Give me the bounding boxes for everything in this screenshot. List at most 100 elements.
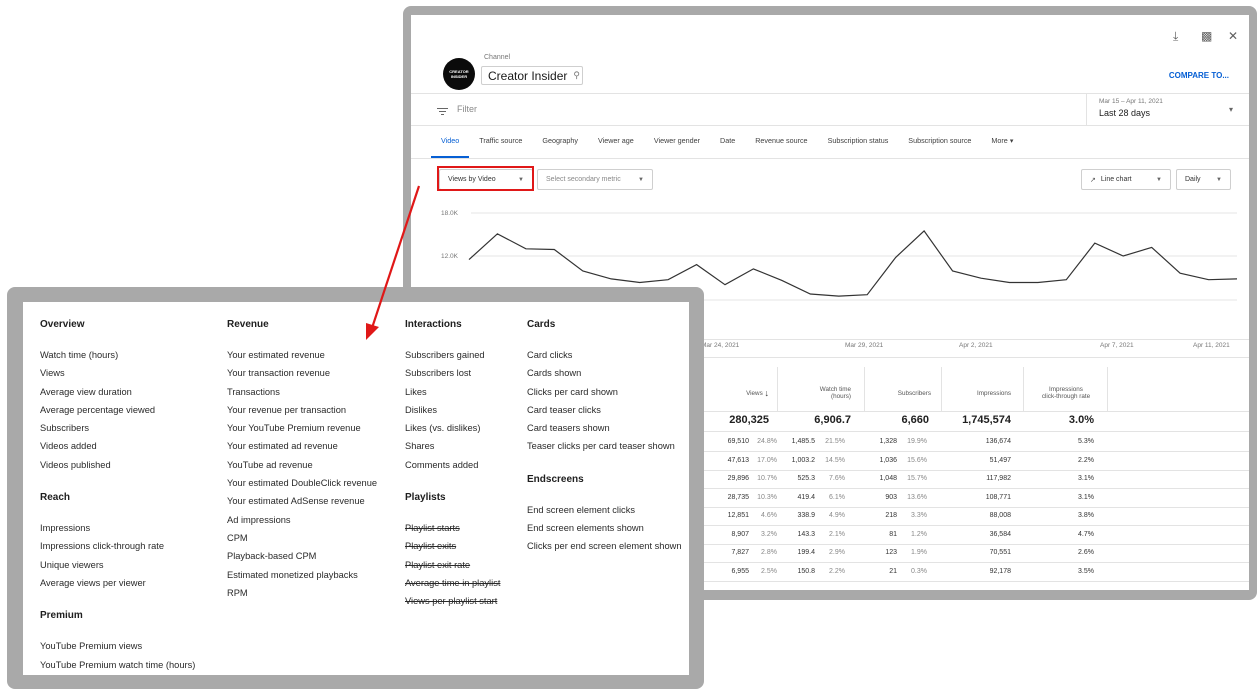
table-cell: 6.1% xyxy=(829,493,845,501)
tab-traffic-source[interactable]: Traffic source xyxy=(469,128,532,158)
table-cell: 15.6% xyxy=(907,456,927,464)
metric-menu-item[interactable]: Your estimated revenue xyxy=(227,346,377,364)
caret-down-icon: ▼ xyxy=(1156,176,1162,183)
metric-menu-item[interactable]: Unique viewers xyxy=(40,556,195,574)
metric-menu-item[interactable]: Cards shown xyxy=(527,364,682,382)
metric-menu-item[interactable]: Clicks per end screen element shown xyxy=(527,537,682,555)
metric-menu-item[interactable]: Playlist starts xyxy=(405,519,500,537)
column-header-subscribers[interactable]: Subscribers xyxy=(871,373,931,413)
metric-menu-item[interactable]: YouTube Premium watch time (hours) xyxy=(40,656,195,674)
table-cell: 6,955 xyxy=(731,567,749,575)
secondary-metric-dropdown[interactable]: Select secondary metric ▼ xyxy=(537,169,653,190)
metric-menu-item[interactable]: End screen elements shown xyxy=(527,519,682,537)
metric-menu-item[interactable]: Likes xyxy=(405,383,500,401)
metric-menu-item[interactable]: YouTube Premium views xyxy=(40,637,195,655)
tab-more[interactable]: More ▾ xyxy=(981,128,1023,158)
channel-selector[interactable]: Creator Insider ⚲ xyxy=(481,66,583,85)
table-cell: 338.9 xyxy=(797,512,815,519)
metric-menu-item[interactable]: Your revenue per transaction xyxy=(227,401,377,419)
table-cell: 17.0% xyxy=(757,456,777,464)
x-tick-label: Mar 24, 2021 xyxy=(701,342,740,349)
metric-menu-item[interactable]: Playlist exit rate xyxy=(405,556,500,574)
metric-menu-item[interactable]: Your transaction revenue xyxy=(227,364,377,382)
tab-date[interactable]: Date xyxy=(710,128,745,158)
interval-dropdown[interactable]: Daily ▼ xyxy=(1176,169,1231,190)
metric-menu-item[interactable]: End screen element clicks xyxy=(527,501,682,519)
table-cell: 150.8 xyxy=(797,567,815,575)
table-cell: 419.4 xyxy=(797,493,815,501)
tab-subscription-source[interactable]: Subscription source xyxy=(898,128,981,158)
metric-menu-item[interactable]: Your estimated ad revenue xyxy=(227,437,377,455)
highlight-box xyxy=(437,166,534,191)
metric-menu-item[interactable]: Card teasers shown xyxy=(527,419,682,437)
metric-menu-item[interactable]: Card clicks xyxy=(527,346,682,364)
metric-menu-item[interactable]: Likes (vs. dislikes) xyxy=(405,419,500,437)
caret-down-icon: ▼ xyxy=(1216,176,1222,183)
metric-menu-item[interactable]: Card teaser clicks xyxy=(527,401,682,419)
column-header-watch-time[interactable]: Watch time (hours) xyxy=(783,373,851,413)
column-header-impressions[interactable]: Impressions xyxy=(947,373,1011,413)
metric-menu-item[interactable]: Playlist exits xyxy=(405,537,500,555)
metric-menu-item[interactable]: Dislikes xyxy=(405,401,500,419)
column-header-label: Watch time (hours) xyxy=(819,386,851,400)
tab-subscription-status[interactable]: Subscription status xyxy=(818,128,899,158)
metric-menu-item[interactable]: RPM xyxy=(227,584,377,602)
caret-down-icon[interactable]: ▾ xyxy=(1229,105,1233,114)
column-header-ctr[interactable]: Impressions click-through rate xyxy=(1031,373,1091,413)
channel-avatar: CREATOR INSIDER xyxy=(443,58,475,90)
metric-menu-item[interactable]: Watch time (hours) xyxy=(40,346,195,364)
metric-menu-item[interactable]: Transactions xyxy=(227,383,377,401)
metric-menu-item[interactable]: Your estimated DoubleClick revenue xyxy=(227,474,377,492)
metric-menu-item[interactable]: Subscribers gained xyxy=(405,346,500,364)
metric-menu-item[interactable]: Subscribers lost xyxy=(405,364,500,382)
tab-geography[interactable]: Geography xyxy=(532,128,588,158)
table-cell: 2.2% xyxy=(829,567,845,575)
total-views: 280,325 xyxy=(729,414,769,426)
metric-menu-item[interactable]: Average views per viewer xyxy=(40,574,195,592)
feedback-icon[interactable]: ▩ xyxy=(1201,29,1212,43)
table-cell: 12,851 xyxy=(727,512,749,519)
metric-menu-item[interactable]: Clicks per card shown xyxy=(527,383,682,401)
metric-menu-item[interactable]: Average view duration xyxy=(40,383,195,401)
sort-arrow-icon: ↓ xyxy=(764,387,770,398)
metric-menu-item[interactable]: Views xyxy=(40,364,195,382)
metric-menu-item[interactable]: YouTube ad revenue xyxy=(227,456,377,474)
metric-menu-item[interactable]: Your YouTube Premium revenue xyxy=(227,419,377,437)
filter-icon[interactable] xyxy=(437,106,448,117)
metric-menu-item[interactable]: Impressions click-through rate xyxy=(40,537,195,555)
table-cell: 2.1% xyxy=(829,530,845,538)
divider xyxy=(777,367,778,411)
tab-viewer-gender[interactable]: Viewer gender xyxy=(644,128,710,158)
metric-menu-item[interactable]: Views per playlist start xyxy=(405,592,500,610)
metric-menu-item[interactable]: Videos added xyxy=(40,437,195,455)
metric-menu-item[interactable]: Comments added xyxy=(405,456,500,474)
tab-revenue-source[interactable]: Revenue source xyxy=(745,128,817,158)
metric-menu-item[interactable]: Your estimated AdSense revenue xyxy=(227,492,377,510)
compare-button[interactable]: COMPARE TO... xyxy=(1169,71,1229,80)
tab-video[interactable]: Video xyxy=(431,128,470,158)
table-cell: 1,485.5 xyxy=(791,438,815,445)
metric-menu-item[interactable]: Average time in playlist xyxy=(405,574,500,592)
metric-menu-item[interactable]: CPM xyxy=(227,529,377,547)
menu-column-2: Revenue Your estimated revenue Your trans… xyxy=(227,319,377,602)
metric-menu-item[interactable]: Playback-based CPM xyxy=(227,547,377,565)
tab-viewer-age[interactable]: Viewer age xyxy=(588,128,644,158)
column-header-views[interactable]: Views ↓ xyxy=(717,373,769,413)
download-icon[interactable]: ⤓ xyxy=(1173,29,1178,44)
metric-menu-item[interactable]: Impressions xyxy=(40,519,195,537)
metric-menu-item[interactable]: Ad impressions xyxy=(227,511,377,529)
menu-column-4: Cards Card clicks Cards shown Clicks per c… xyxy=(527,319,682,556)
close-icon[interactable]: ✕ xyxy=(1228,29,1238,43)
metric-menu-item[interactable]: Videos published xyxy=(40,456,195,474)
metric-menu-item[interactable]: Subscribers xyxy=(40,419,195,437)
table-cell: 117,982 xyxy=(986,475,1011,482)
filter-input[interactable]: Filter xyxy=(457,104,477,114)
table-cell: 14.5% xyxy=(825,456,845,464)
metric-menu-item[interactable]: Estimated monetized playbacks xyxy=(227,566,377,584)
chart-type-dropdown[interactable]: ↗ Line chart ▼ xyxy=(1081,169,1171,190)
metric-menu-item[interactable]: Average percentage viewed xyxy=(40,401,195,419)
secondary-metric-label: Select secondary metric xyxy=(546,176,621,183)
date-period-selector[interactable]: Last 28 days xyxy=(1099,108,1150,118)
metric-menu-item[interactable]: Teaser clicks per card teaser shown xyxy=(527,437,682,455)
metric-menu-item[interactable]: Shares xyxy=(405,437,500,455)
